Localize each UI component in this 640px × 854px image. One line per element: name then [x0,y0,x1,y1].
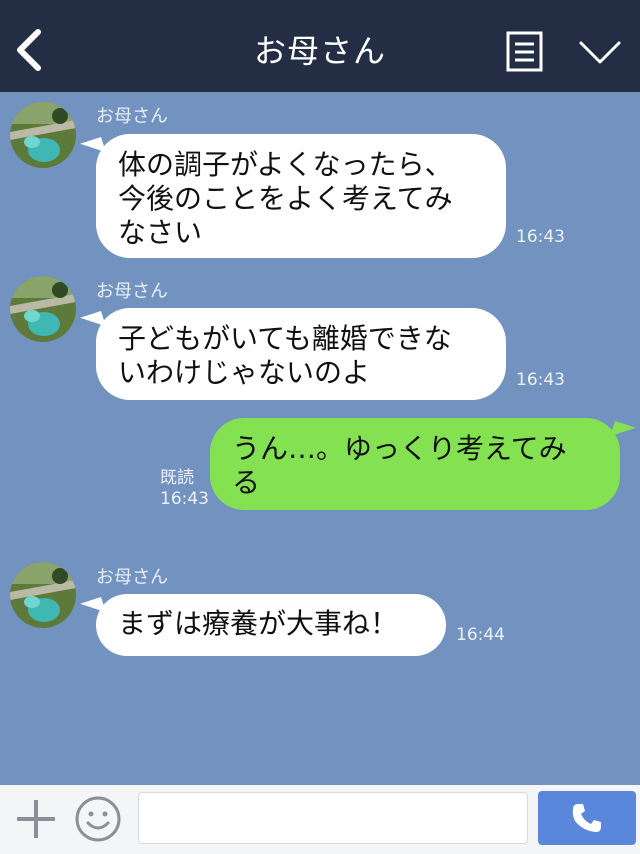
avatar[interactable] [10,562,76,628]
read-receipt: 既読 16:43 [160,468,209,510]
message-time: 16:44 [456,625,505,645]
sender-name: お母さん [96,106,168,127]
message-time: 16:43 [516,227,565,247]
avatar-image-icon [10,276,76,342]
message-input[interactable] [138,792,528,844]
menu-icon[interactable] [506,31,543,72]
avatar-image-icon [10,562,76,628]
avatar-image-icon [10,102,76,168]
chevron-down-icon[interactable] [578,38,622,68]
sender-name: お母さん [96,567,168,588]
call-button[interactable] [538,791,636,845]
incoming-message-bubble[interactable]: 子どもがいても離婚できな いわけじゃないのよ [96,308,506,400]
chat-header: お母さん [0,0,640,92]
emoji-smile-icon[interactable] [74,795,122,843]
sender-name: お母さん [96,281,168,302]
message-time: 16:43 [516,370,565,390]
avatar[interactable] [10,276,76,342]
chat-title: お母さん [253,32,386,70]
plus-icon[interactable] [14,797,58,841]
avatar[interactable] [10,102,76,168]
message-list[interactable]: お母さん 体の調子がよくなったら、 今後のことをよく考えてみ なさい 16:43… [0,92,640,785]
message-time: 16:43 [160,489,209,509]
outgoing-message-bubble[interactable]: うん…。ゆっくり考えてみ る [210,418,620,510]
read-label: 既読 [160,468,194,488]
incoming-message-bubble[interactable]: 体の調子がよくなったら、 今後のことをよく考えてみ なさい [96,134,506,258]
phone-icon [572,804,601,832]
incoming-message-bubble[interactable]: まずは療養が大事ね！ [96,594,446,656]
